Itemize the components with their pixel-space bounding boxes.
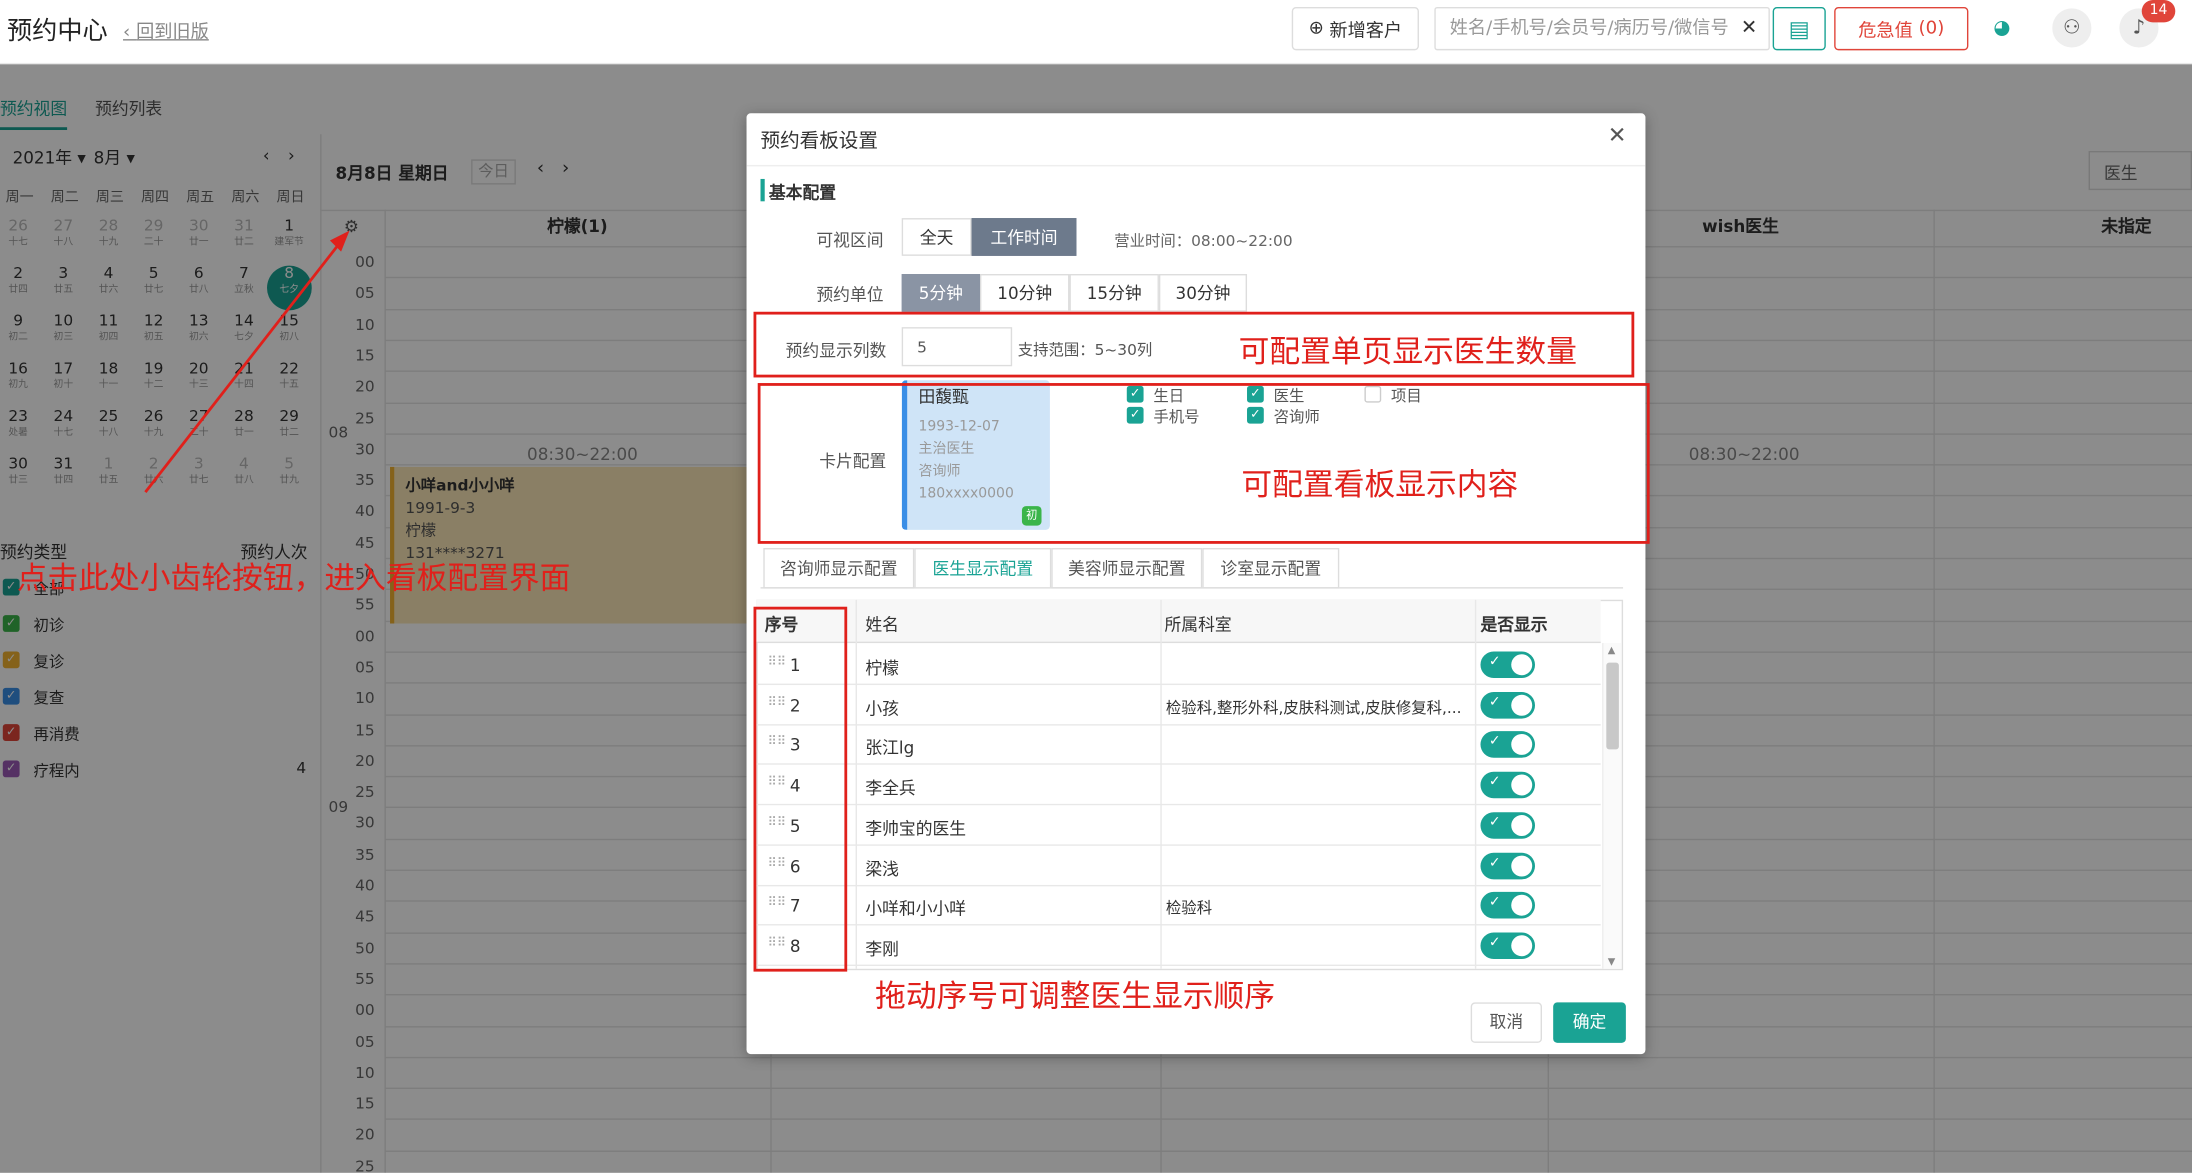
annotation-arrow	[144, 230, 350, 493]
